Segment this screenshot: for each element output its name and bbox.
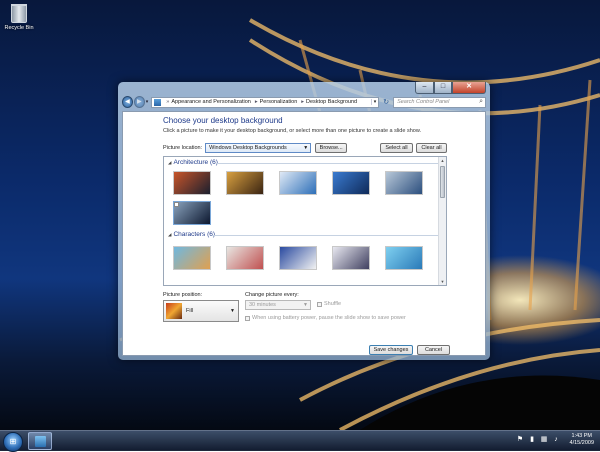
picture-position-select[interactable]: Fill ▼ — [163, 300, 239, 322]
wallpaper-thumbnail[interactable] — [385, 171, 423, 195]
picture-location-value: Windows Desktop Backgrounds — [209, 145, 287, 151]
caption-buttons: – □ ✕ — [415, 82, 486, 94]
chevron-right-icon: ▸ — [301, 99, 305, 105]
taskbar-control-panel[interactable] — [28, 432, 52, 450]
recycle-bin[interactable]: Recycle Bin — [3, 4, 35, 31]
content-area: Choose your desktop background Click a p… — [122, 111, 486, 356]
gallery-scrollbar[interactable]: ▲ ▼ — [438, 157, 446, 285]
select-all-button[interactable]: Select all — [380, 143, 413, 153]
network-icon[interactable]: ▦ — [540, 436, 548, 444]
collapse-triangle-icon: ◢ — [168, 232, 172, 237]
battery-icon[interactable]: ▮ — [528, 436, 536, 444]
checkbox-box[interactable] — [245, 315, 250, 321]
breadcrumb-desktop-background[interactable]: Desktop Background — [306, 99, 357, 105]
picture-location-row: Picture location: Windows Desktop Backgr… — [163, 143, 348, 153]
maximize-button[interactable]: □ — [434, 82, 452, 94]
forward-button[interactable]: ▶ — [133, 96, 145, 108]
breadcrumb-appearance[interactable]: Appearance and Personalization — [171, 99, 251, 105]
shuffle-checkbox[interactable]: Shuffle — [317, 301, 341, 307]
recycle-bin-label: Recycle Bin — [4, 25, 34, 31]
group-header-characters[interactable]: ◢ Characters (6) — [168, 231, 215, 238]
scroll-down-icon[interactable]: ▼ — [439, 278, 446, 285]
picture-location-label: Picture location: — [163, 145, 203, 151]
picture-position-label: Picture position: — [163, 292, 203, 298]
shuffle-label: Shuffle — [324, 301, 342, 307]
scrollbar-thumb[interactable] — [440, 166, 445, 198]
flag-icon[interactable]: ⚑ — [516, 436, 524, 444]
page-subtitle: Click a picture to make it your desktop … — [163, 128, 422, 134]
cancel-button[interactable]: Cancel — [417, 345, 450, 355]
picture-location-select[interactable]: Windows Desktop Backgrounds ▼ — [205, 143, 312, 153]
volume-icon[interactable]: ♪ — [552, 436, 560, 444]
group-divider — [212, 235, 438, 236]
clear-all-button[interactable]: Clear all — [416, 143, 447, 153]
address-dropdown-icon[interactable]: ▾ — [370, 99, 379, 105]
search-icon[interactable]: ⌕ — [479, 98, 483, 106]
change-every-value: 30 minutes — [249, 302, 276, 308]
chevron-down-icon: ▼ — [230, 308, 235, 314]
wallpaper-thumbnail[interactable] — [173, 171, 211, 195]
back-button[interactable]: ◀ — [122, 96, 133, 108]
wallpaper-thumbnail[interactable] — [226, 171, 264, 195]
chevron-down-icon: ▼ — [303, 145, 309, 151]
change-every-select[interactable]: 30 minutes ▼ — [245, 300, 311, 310]
battery-pause-checkbox[interactable]: When using battery power, pause the slid… — [245, 315, 406, 321]
recent-pages-dropdown[interactable]: ▾ — [146, 99, 149, 105]
checkbox-box[interactable] — [317, 301, 322, 307]
recycle-bin-icon — [11, 4, 27, 23]
chevron-right-icon: ▸ — [254, 99, 258, 105]
navigation-bar: ◀ ▶ ▾ » Appearance and Personalization ▸… — [122, 95, 487, 109]
scroll-up-icon[interactable]: ▲ — [439, 157, 446, 164]
wallpaper-thumbnail-selected[interactable] — [173, 201, 211, 225]
control-panel-window: – □ ✕ ◀ ▶ ▾ » Appearance and Personaliza… — [118, 82, 490, 360]
wallpaper-thumbnail[interactable] — [226, 246, 264, 270]
clock[interactable]: 1:43 PM 4/15/2009 — [570, 433, 594, 447]
group-header-label: Architecture (6) — [173, 159, 218, 166]
clock-date: 4/15/2009 — [569, 440, 594, 446]
chevron-down-icon: ▼ — [303, 302, 308, 308]
browse-button[interactable]: Browse... — [315, 143, 348, 153]
taskbar: ⊞ ⚑ ▮ ▦ ♪ 1:43 PM 4/15/2009 — [0, 430, 600, 452]
wallpaper-thumbnail[interactable] — [385, 246, 423, 270]
picture-position-value: Fill — [186, 308, 194, 314]
page-title: Choose your desktop background — [163, 116, 283, 125]
wallpaper-thumbnail[interactable] — [279, 246, 317, 270]
fill-preview-icon — [166, 303, 182, 319]
wallpaper-thumbnail[interactable] — [332, 171, 370, 195]
breadcrumb-personalization[interactable]: Personalization — [260, 99, 298, 105]
wallpaper-thumbnail[interactable] — [173, 246, 211, 270]
change-every-label: Change picture every: — [245, 292, 299, 298]
save-changes-button[interactable]: Save changes — [369, 345, 413, 355]
address-bar[interactable]: » Appearance and Personalization ▸ Perso… — [151, 96, 380, 108]
minimize-button[interactable]: – — [415, 82, 434, 94]
desktop: Recycle Bin – □ ✕ ◀ ▶ ▾ » Appearance and… — [0, 0, 600, 450]
refresh-icon[interactable]: ↻ — [381, 97, 391, 108]
group-header-architecture[interactable]: ◢ Architecture (6) — [168, 159, 218, 166]
group-divider — [216, 163, 438, 164]
group-header-label: Characters (6) — [173, 231, 216, 238]
notification-area: ⚑ ▮ ▦ ♪ — [516, 436, 560, 444]
clock-time: 1:43 PM — [571, 433, 592, 439]
search-placeholder: Search Control Panel — [397, 99, 450, 105]
picture-gallery: ◢ Architecture (6) ◢ Characters (6) ▲ ▼ — [163, 156, 447, 286]
wallpaper-thumbnail[interactable] — [332, 246, 370, 270]
chevron-right-icon: » — [166, 99, 170, 105]
control-panel-icon — [154, 98, 162, 106]
search-input[interactable]: Search Control Panel ⌕ — [393, 96, 487, 108]
wallpaper-thumbnail[interactable] — [279, 171, 317, 195]
collapse-triangle-icon: ◢ — [168, 160, 172, 165]
selection-checkbox[interactable] — [174, 202, 179, 207]
control-panel-icon — [35, 436, 46, 447]
battery-label: When using battery power, pause the slid… — [252, 315, 406, 321]
start-button[interactable]: ⊞ — [3, 432, 23, 452]
close-button[interactable]: ✕ — [452, 82, 486, 94]
